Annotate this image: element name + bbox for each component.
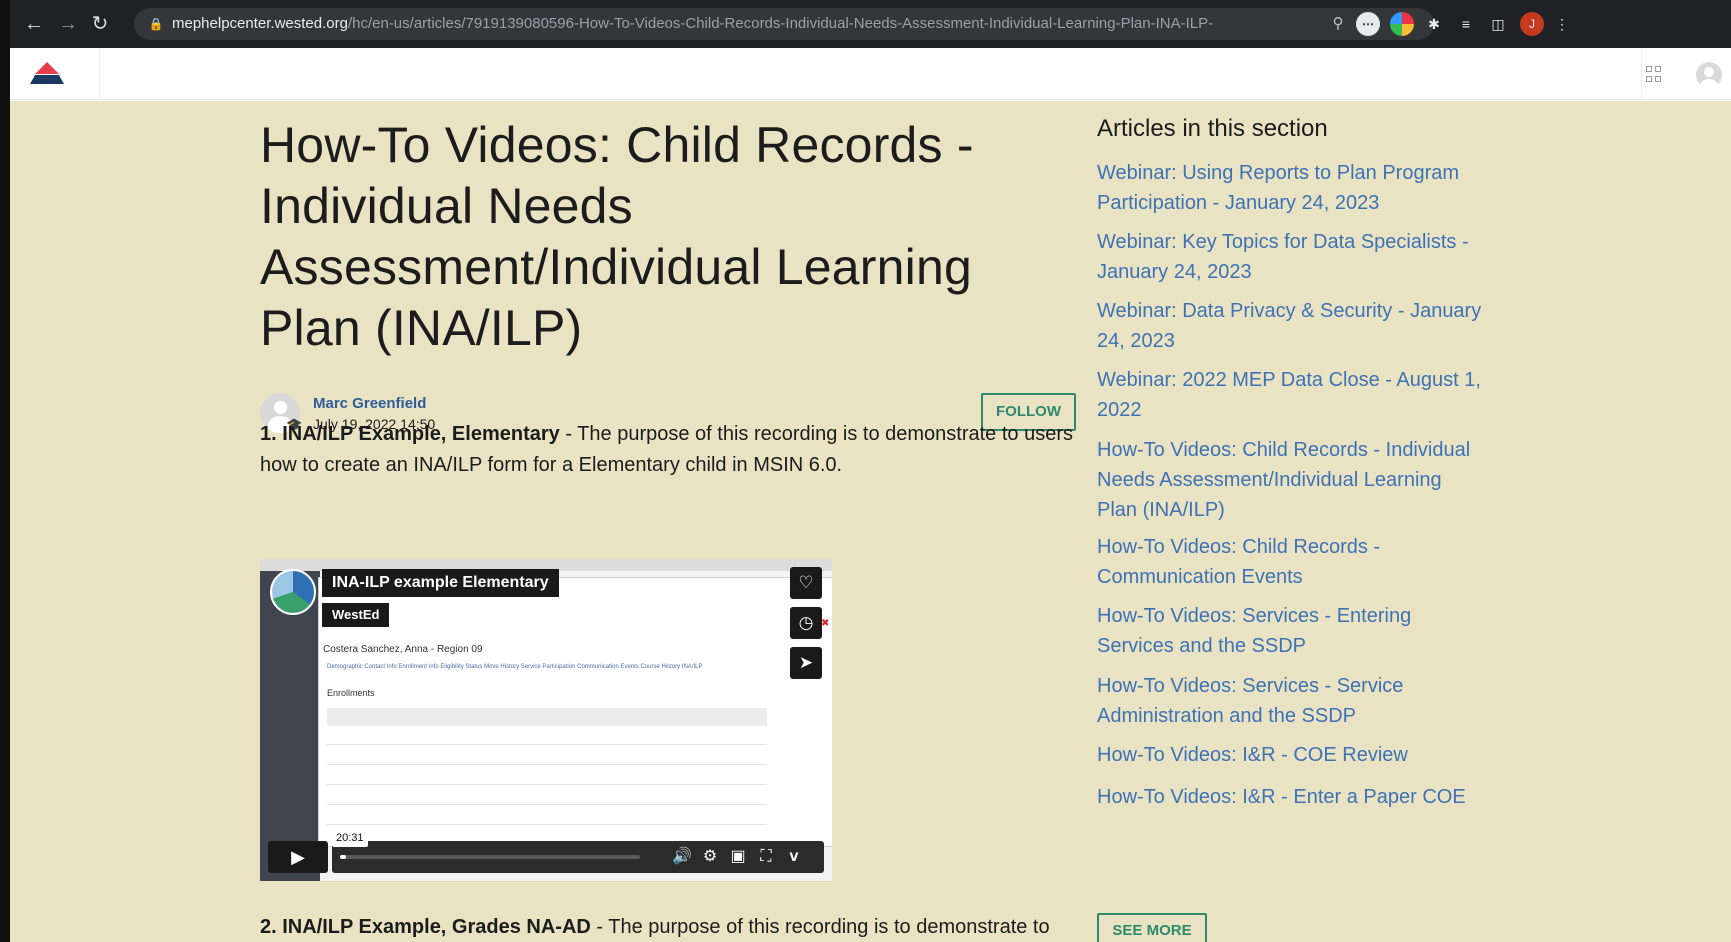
vimeo-logo-icon[interactable]: v bbox=[784, 847, 804, 867]
lock-icon[interactable]: 🔒 bbox=[148, 16, 164, 32]
video-progress-bar[interactable] bbox=[340, 855, 640, 859]
sidebar-link[interactable]: Webinar: Key Topics for Data Specialists… bbox=[1097, 227, 1487, 287]
article-item-2: 2. INA/ILP Example, Grades NA-AD - The p… bbox=[260, 912, 1080, 942]
sidebar-link[interactable]: How-To Videos: I&R - COE Review bbox=[1097, 740, 1487, 770]
browser-menu-icon[interactable]: ⋮ bbox=[1550, 12, 1574, 36]
author-name[interactable]: Marc Greenfield bbox=[313, 395, 426, 412]
sidebar-link[interactable]: How-To Videos: Services - Entering Servi… bbox=[1097, 601, 1427, 661]
video-screen-tabs: Demographic Contact Info Enrollment Info… bbox=[327, 664, 703, 670]
logo-triangle-icon bbox=[35, 62, 59, 74]
page-content: How-To Videos: Child Records - Individua… bbox=[10, 101, 1731, 942]
like-heart-icon[interactable]: ♡ bbox=[790, 567, 822, 599]
play-icon[interactable]: ▶ bbox=[268, 841, 328, 873]
back-icon[interactable]: ← bbox=[22, 12, 46, 36]
user-avatar-icon[interactable] bbox=[1696, 62, 1722, 88]
item-2-heading: 2. INA/ILP Example, Grades NA-AD bbox=[260, 916, 591, 938]
video-title[interactable]: INA-ILP example Elementary bbox=[322, 569, 559, 597]
video-screen-row bbox=[327, 764, 767, 765]
sidebar-link[interactable]: Webinar: 2022 MEP Data Close - August 1,… bbox=[1097, 365, 1487, 425]
video-channel[interactable]: WestEd bbox=[322, 603, 390, 627]
video-control-bar: 🔊 ⚙ ▣ ⛶ v bbox=[332, 841, 824, 873]
picture-in-picture-icon[interactable]: ▣ bbox=[728, 847, 748, 867]
video-screen-row bbox=[327, 804, 767, 805]
profile-avatar[interactable]: J bbox=[1520, 12, 1544, 36]
zoom-icon[interactable]: ⚲ bbox=[1328, 14, 1348, 34]
puzzle-extensions-icon[interactable]: ✱ bbox=[1422, 12, 1446, 36]
see-more-button[interactable]: SEE MORE bbox=[1097, 913, 1207, 942]
side-panel-icon[interactable]: ◫ bbox=[1486, 12, 1510, 36]
forward-icon[interactable]: → bbox=[56, 12, 80, 36]
reload-icon[interactable]: ↻ bbox=[88, 12, 112, 36]
article-title: How-To Videos: Child Records - Individua… bbox=[260, 117, 974, 356]
site-header bbox=[10, 48, 1731, 100]
article-item-1: 1. INA/ILP Example, Elementary - The pur… bbox=[260, 419, 1080, 481]
extension-dots-icon[interactable]: ⋯ bbox=[1356, 12, 1380, 36]
url-path: /hc/en-us/articles/7919139080596-How-To-… bbox=[347, 15, 1214, 32]
sidebar-link[interactable]: How-To Videos: Services - Service Admini… bbox=[1097, 671, 1427, 731]
settings-gear-icon[interactable]: ⚙ bbox=[700, 847, 720, 867]
video-controls: ▶ 🔊 ⚙ ▣ ⛶ v 20:31 bbox=[268, 829, 824, 873]
video-screen-heading: Enrollments bbox=[327, 688, 375, 698]
video-screen-sidebar bbox=[260, 571, 320, 881]
sidebar-heading: Articles in this section bbox=[1097, 115, 1328, 142]
sidebar-link[interactable]: How-To Videos: Child Records - Communica… bbox=[1097, 532, 1487, 592]
color-extension-icon[interactable] bbox=[1390, 12, 1414, 36]
video-screen-close-icon: ✖ bbox=[821, 618, 830, 629]
volume-icon[interactable]: 🔊 bbox=[672, 847, 692, 867]
sidebar-link[interactable]: How-To Videos: I&R - Enter a Paper COE bbox=[1097, 782, 1487, 812]
fullscreen-icon[interactable]: ⛶ bbox=[756, 847, 776, 867]
item-1-heading: 1. INA/ILP Example, Elementary bbox=[260, 423, 560, 445]
video-screen-window: Costera Sanchez, Anna - Region 09 ✖ Demo… bbox=[318, 577, 832, 847]
share-send-icon[interactable]: ➤ bbox=[790, 647, 822, 679]
video-screen-row bbox=[327, 824, 767, 825]
logo-base-icon bbox=[30, 75, 64, 84]
video-progress-fill bbox=[340, 855, 346, 859]
channel-logo[interactable] bbox=[270, 569, 316, 615]
video-screen-student: Costera Sanchez, Anna - Region 09 bbox=[323, 644, 483, 655]
sidebar-link[interactable]: Webinar: Using Reports to Plan Program P… bbox=[1097, 158, 1487, 218]
address-bar[interactable]: 🔒 mephelpcenter.wested.org/hc/en-us/arti… bbox=[134, 8, 1434, 40]
video-screen-table-header bbox=[327, 708, 767, 726]
sidebar-link-current[interactable]: How-To Videos: Child Records - Individua… bbox=[1097, 435, 1477, 525]
url-text[interactable]: mephelpcenter.wested.org/hc/en-us/articl… bbox=[172, 8, 1282, 40]
video-duration: 20:31 bbox=[332, 829, 368, 847]
url-host: mephelpcenter.wested.org bbox=[172, 15, 348, 32]
media-queue-icon[interactable]: ≡ bbox=[1454, 12, 1478, 36]
window-edge bbox=[0, 0, 10, 942]
browser-toolbar: ← → ↻ 🔒 mephelpcenter.wested.org/hc/en-u… bbox=[10, 0, 1731, 48]
item-2-text: - The purpose of this recording is to de… bbox=[590, 916, 1050, 938]
video-player[interactable]: Costera Sanchez, Anna - Region 09 ✖ Demo… bbox=[260, 559, 832, 881]
site-logo[interactable] bbox=[10, 48, 100, 100]
video-screen-row bbox=[327, 744, 767, 745]
watch-later-clock-icon[interactable]: ◷ bbox=[790, 607, 822, 639]
sidebar-link[interactable]: Webinar: Data Privacy & Security - Janua… bbox=[1097, 296, 1487, 356]
video-screen-row bbox=[327, 784, 767, 785]
